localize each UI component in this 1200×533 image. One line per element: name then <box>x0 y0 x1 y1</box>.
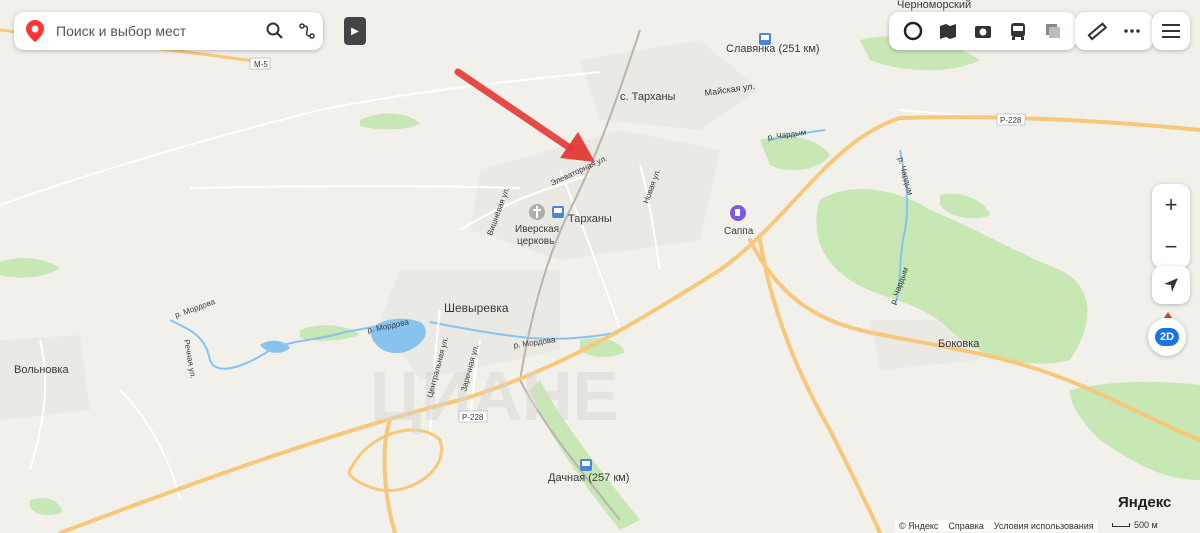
watermark: ЦИАНЕ <box>370 357 619 435</box>
fuel-station-icon[interactable] <box>730 205 746 221</box>
more-icon[interactable] <box>1114 12 1149 50</box>
collapse-panel-button[interactable]: ▶ <box>344 17 366 45</box>
search-icon[interactable] <box>259 15 291 47</box>
terms-link[interactable]: Условия использования <box>994 521 1094 531</box>
label-tarkhany-village: с. Тарханы <box>620 91 676 103</box>
route-icon[interactable] <box>291 15 323 47</box>
train-station-icon[interactable] <box>580 459 592 471</box>
search-input[interactable]: Поиск и выбор мест <box>56 23 259 39</box>
view-mode-button[interactable]: 2D <box>1148 318 1186 356</box>
help-link[interactable]: Справка <box>948 521 983 531</box>
tools-toolbar <box>1075 12 1153 50</box>
church-icon[interactable] <box>529 204 545 220</box>
train-station-icon[interactable] <box>552 206 564 218</box>
circle-icon[interactable] <box>895 12 930 50</box>
map-canvas[interactable]: ЦИАНЕ М-5 Р-228 Р-228 Черноморский Славя… <box>0 0 1200 533</box>
transit-icon[interactable] <box>1000 12 1035 50</box>
road-shield-r228-west: Р-228 <box>458 410 488 423</box>
road-shield-r228-east: Р-228 <box>996 113 1026 126</box>
label-shevyrevka: Шевыревка <box>444 301 509 315</box>
label-slavyanka: Славянка (251 км) <box>726 43 820 55</box>
label-iverskaya-1: Иверская <box>515 224 559 235</box>
label-tarkhany-station: Тарханы <box>568 213 612 225</box>
zoom-out-button[interactable]: − <box>1152 226 1190 268</box>
location-pin-icon <box>26 20 44 42</box>
view-mode-label: 2D <box>1154 328 1180 346</box>
navigation-arrow-icon <box>1164 278 1178 292</box>
panorama-icon[interactable] <box>930 12 965 50</box>
svg-text:М-5: М-5 <box>254 60 268 69</box>
label-volnovka: Вольновка <box>14 364 69 376</box>
layers-toolbar <box>889 12 1076 50</box>
yandex-logo: Яндекс <box>1118 494 1172 511</box>
menu-icon[interactable] <box>1152 12 1190 50</box>
label-iverskaya-2: церковь <box>517 236 554 247</box>
label-sappa: Саппа <box>724 226 754 237</box>
zoom-in-button[interactable]: + <box>1152 184 1190 226</box>
copyright-text: © Яндекс <box>899 521 939 531</box>
scale-label: 500 м <box>1134 520 1158 530</box>
scale-bar: 500 м <box>1112 520 1158 530</box>
search-panel[interactable]: Поиск и выбор мест <box>14 12 323 50</box>
ruler-icon[interactable] <box>1079 12 1114 50</box>
layers-icon[interactable] <box>1035 12 1070 50</box>
geolocation-button[interactable] <box>1152 266 1190 304</box>
road-shield-m5: М-5 <box>249 57 271 70</box>
svg-text:Р-228: Р-228 <box>462 413 484 422</box>
zoom-control: + − <box>1152 184 1190 268</box>
label-chernomorsky: Черноморский <box>897 0 971 11</box>
label-dachnaya: Дачная (257 км) <box>548 472 629 484</box>
camera-icon[interactable] <box>965 12 1000 50</box>
map-footer: © Яндекс Справка Условия использования <box>895 520 1098 532</box>
svg-text:ЦИАНЕ: ЦИАНЕ <box>370 357 619 435</box>
svg-text:Р-228: Р-228 <box>1000 116 1022 125</box>
label-bokovka: Боковка <box>938 338 980 350</box>
